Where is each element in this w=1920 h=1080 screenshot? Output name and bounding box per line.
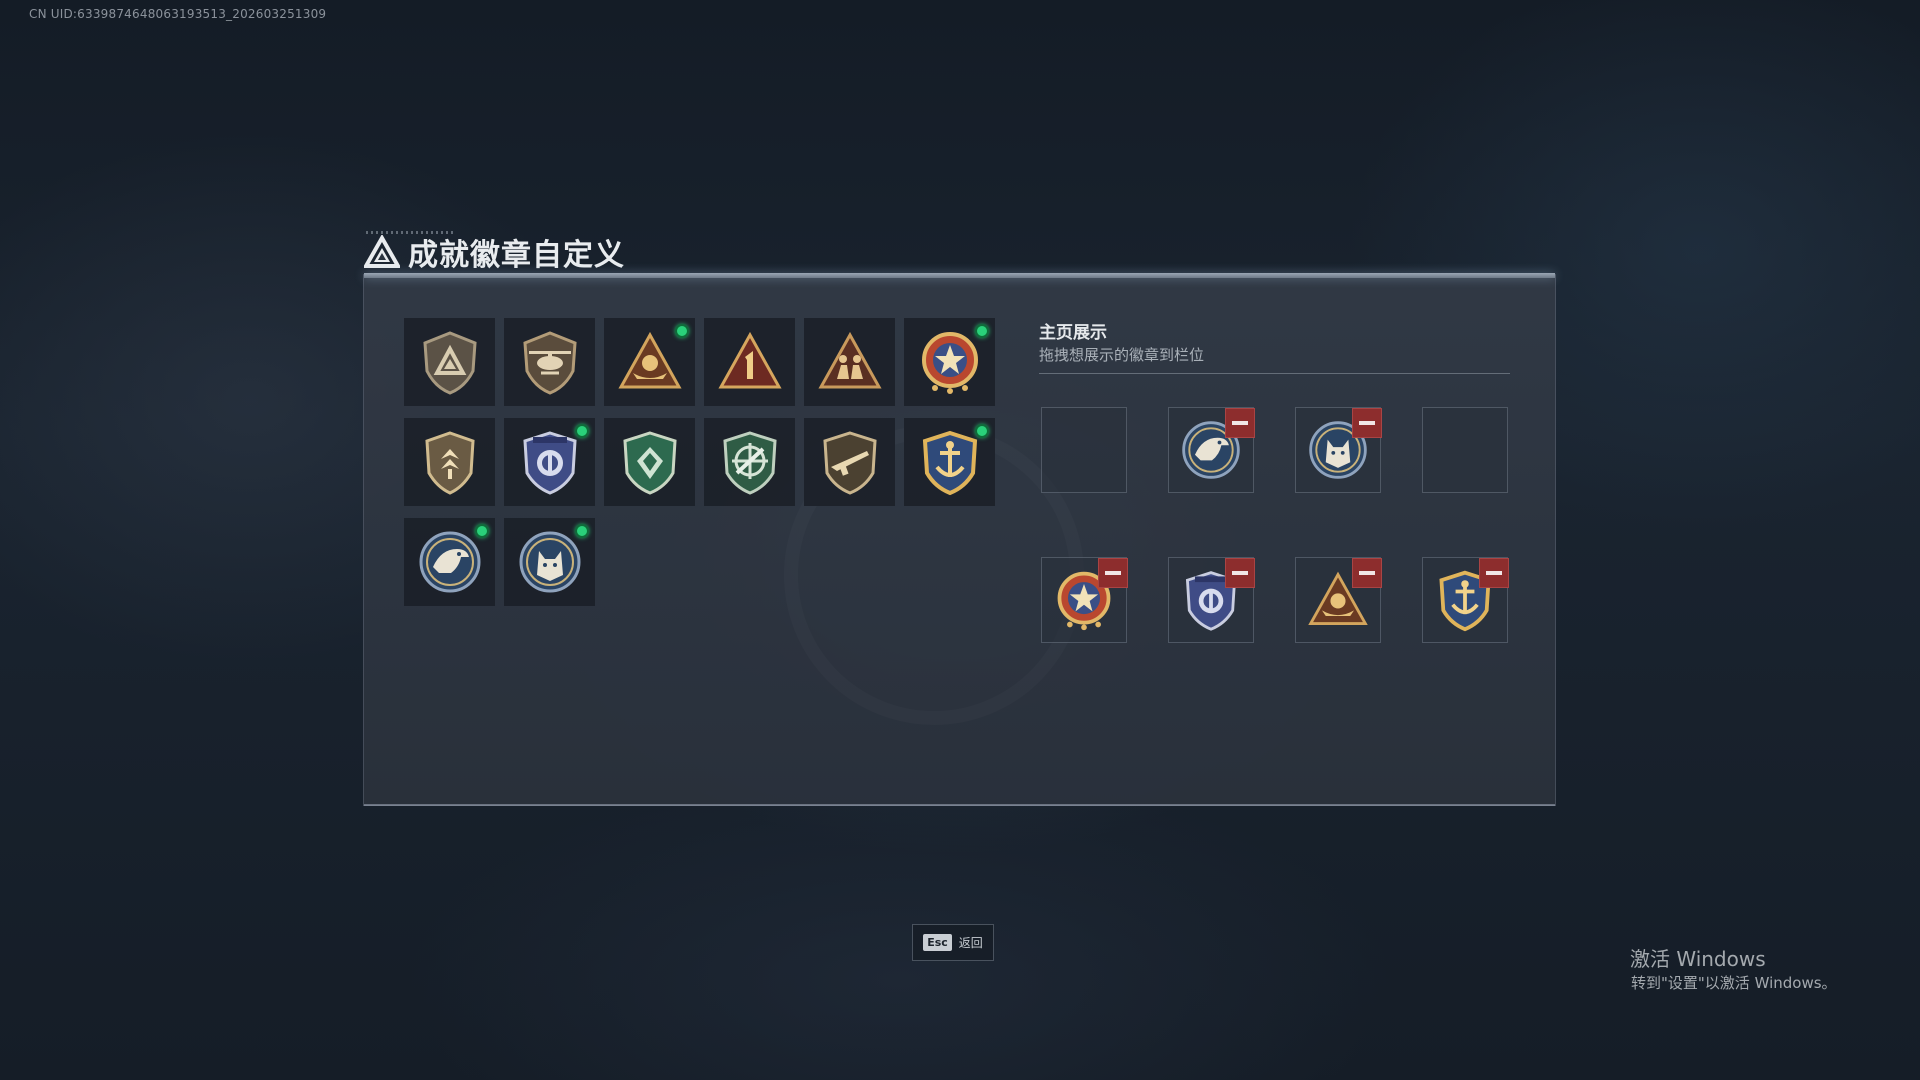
showcase-title: 主页展示 [1039, 323, 1107, 343]
showcase-slot-filled[interactable] [1295, 557, 1382, 643]
showcase-slot-empty[interactable] [1422, 407, 1508, 493]
remove-badge-button[interactable] [1352, 408, 1382, 438]
remove-badge-button[interactable] [1225, 558, 1255, 588]
pyramid-boat-icon [617, 331, 682, 389]
showcase-slot-filled[interactable] [1168, 407, 1255, 493]
badge-tile[interactable] [704, 418, 795, 506]
new-indicator-dot [975, 324, 989, 338]
rank-shield-icon [424, 431, 475, 495]
showcase-slot-grid [1041, 407, 1509, 643]
badge-tile[interactable] [504, 418, 595, 506]
remove-badge-button[interactable] [1225, 408, 1255, 438]
showcase-slot-filled[interactable] [1295, 407, 1382, 493]
badge-tile[interactable] [804, 318, 895, 406]
new-indicator-dot [675, 324, 689, 338]
minus-icon [1232, 571, 1248, 575]
remove-badge-button[interactable] [1479, 558, 1509, 588]
windows-activation-title: 激活 Windows [1630, 947, 1766, 971]
badge-tile[interactable] [604, 418, 695, 506]
windows-activation-subtitle: 转到"设置"以激活 Windows。 [1631, 974, 1837, 992]
remove-badge-button[interactable] [1098, 558, 1128, 588]
badge-tile[interactable] [604, 318, 695, 406]
new-indicator-dot [575, 424, 589, 438]
badge-inventory-grid [404, 318, 995, 606]
green-crosshair-shield-icon [722, 431, 777, 495]
badge-tile[interactable] [404, 518, 495, 606]
badge-tile[interactable] [804, 418, 895, 506]
esc-key-hint: Esc [923, 934, 952, 951]
minus-icon [1105, 571, 1121, 575]
badge-tile[interactable] [504, 318, 595, 406]
number-one-triangle-icon [717, 331, 782, 389]
wolf-round-icon [519, 531, 580, 593]
new-indicator-dot [575, 524, 589, 538]
badge-tile[interactable] [904, 418, 995, 506]
badge-tile[interactable] [504, 518, 595, 606]
showcase-slot-filled[interactable] [1168, 557, 1255, 643]
showcase-subtitle: 拖拽想展示的徽章到栏位 [1039, 346, 1205, 364]
showcase-slot-filled[interactable] [1422, 557, 1509, 643]
panel-top-bar [364, 273, 1555, 278]
minus-icon [1486, 571, 1502, 575]
star-medal-icon [921, 332, 978, 394]
badge-tile[interactable] [904, 318, 995, 406]
police-shield-icon [522, 431, 577, 495]
new-indicator-dot [975, 424, 989, 438]
green-gem-shield-icon [622, 431, 677, 495]
rifle-shield-icon [822, 431, 877, 495]
soldiers-triangle-icon [817, 331, 882, 389]
minus-icon [1359, 571, 1375, 575]
back-button[interactable]: Esc 返回 [912, 924, 994, 961]
uid-label: CN UID:6339874648063193513_202603251309 [29, 7, 327, 21]
panel-bottom-line [364, 804, 1555, 806]
showcase-divider [1039, 373, 1510, 374]
minus-icon [1232, 421, 1248, 425]
helicopter-shield-icon [522, 331, 577, 395]
badge-tile[interactable] [404, 418, 495, 506]
eagle-round-icon [419, 531, 480, 593]
new-indicator-dot [475, 524, 489, 538]
minus-icon [1359, 421, 1375, 425]
delta-logo-icon [364, 235, 400, 268]
badge-customize-panel: 主页展示 拖拽想展示的徽章到栏位 [363, 273, 1556, 806]
back-label: 返回 [958, 936, 983, 950]
showcase-slot-empty[interactable] [1041, 407, 1127, 493]
badge-tile[interactable] [404, 318, 495, 406]
showcase-slot-filled[interactable] [1041, 557, 1128, 643]
page-title: 成就徽章自定义 [408, 238, 625, 273]
remove-badge-button[interactable] [1352, 558, 1382, 588]
gold-anchor-shield-icon [922, 430, 977, 496]
page-header: 成就徽章自定义 [364, 232, 625, 273]
badge-tile[interactable] [704, 318, 795, 406]
shield-triangle-icon [422, 331, 477, 395]
